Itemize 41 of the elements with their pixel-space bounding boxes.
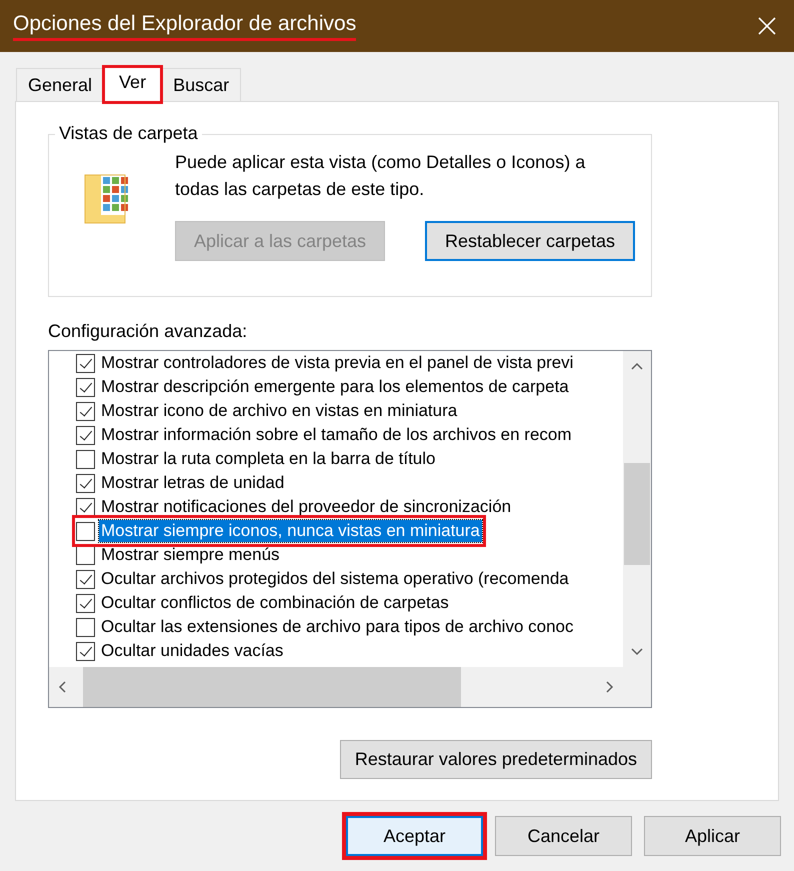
option-label[interactable]: Mostrar icono de archivo en vistas en miniatura (99, 400, 460, 422)
checkbox[interactable] (76, 450, 95, 468)
checkbox[interactable] (76, 522, 95, 540)
option-label[interactable]: Ocultar archivos protegidos del sistema operativo (recomenda (99, 568, 571, 590)
checkbox[interactable] (76, 354, 95, 372)
option-label[interactable]: Ocultar unidades vacías (99, 640, 286, 662)
tab[interactable]: General (16, 68, 104, 101)
dialog-button[interactable]: Cancelar (495, 816, 632, 856)
horizontal-scrollbar[interactable] (49, 667, 623, 707)
description-text: Puede aplicar esta vista (como Detalles o Iconos) a todas las carpetas de este tipo. (175, 151, 586, 201)
checkbox[interactable] (76, 570, 95, 588)
section-label: Configuración avanzada: (48, 321, 248, 342)
tab[interactable]: Ver (104, 67, 162, 102)
restore-defaults-button[interactable]: Restaurar valores predeterminados (340, 740, 652, 779)
checkbox[interactable] (76, 426, 95, 444)
option-label[interactable]: Ocultar conflictos de combinación de carpetas (99, 592, 451, 614)
tab[interactable]: Buscar (161, 68, 242, 101)
option-label[interactable]: Mostrar siempre iconos, nunca vistas en miniatura (99, 520, 482, 542)
vertical-scrollbar[interactable] (623, 351, 651, 667)
checkbox[interactable] (76, 378, 95, 396)
option-label[interactable]: Mostrar controladores de vista previa en el panel de vista previ (99, 352, 576, 374)
option-label[interactable]: Mostrar la ruta completa en la barra de título (99, 448, 438, 470)
folder-button[interactable]: Restablecer carpetas (425, 221, 635, 261)
checkbox[interactable] (76, 594, 95, 612)
checkbox[interactable] (76, 474, 95, 492)
checkbox[interactable] (76, 402, 95, 420)
close-icon[interactable] (758, 17, 776, 35)
option-label[interactable]: Mostrar siempre menús (99, 544, 282, 566)
checkbox[interactable] (76, 618, 95, 636)
dialog-button[interactable]: Aplicar (644, 816, 781, 856)
window-title: Opciones del Explorador de archivos (13, 12, 356, 40)
option-label[interactable]: Mostrar descripción emergente para los elementos de carpeta (99, 376, 571, 398)
option-label[interactable]: Mostrar notificaciones del proveedor de sincronización (99, 496, 514, 518)
group-title: Vistas de carpeta (55, 123, 202, 144)
option-label[interactable]: Mostrar información sobre el tamaño de los archivos en recom (99, 424, 574, 446)
option-label[interactable]: Ocultar las extensiones de archivo para tipos de archivo conoc (99, 616, 576, 638)
option-label[interactable]: Mostrar letras de unidad (99, 472, 286, 494)
checkbox[interactable] (76, 642, 95, 660)
scroll-thumb[interactable] (624, 463, 650, 565)
scroll-thumb[interactable] (83, 667, 461, 707)
checkbox[interactable] (76, 498, 95, 516)
